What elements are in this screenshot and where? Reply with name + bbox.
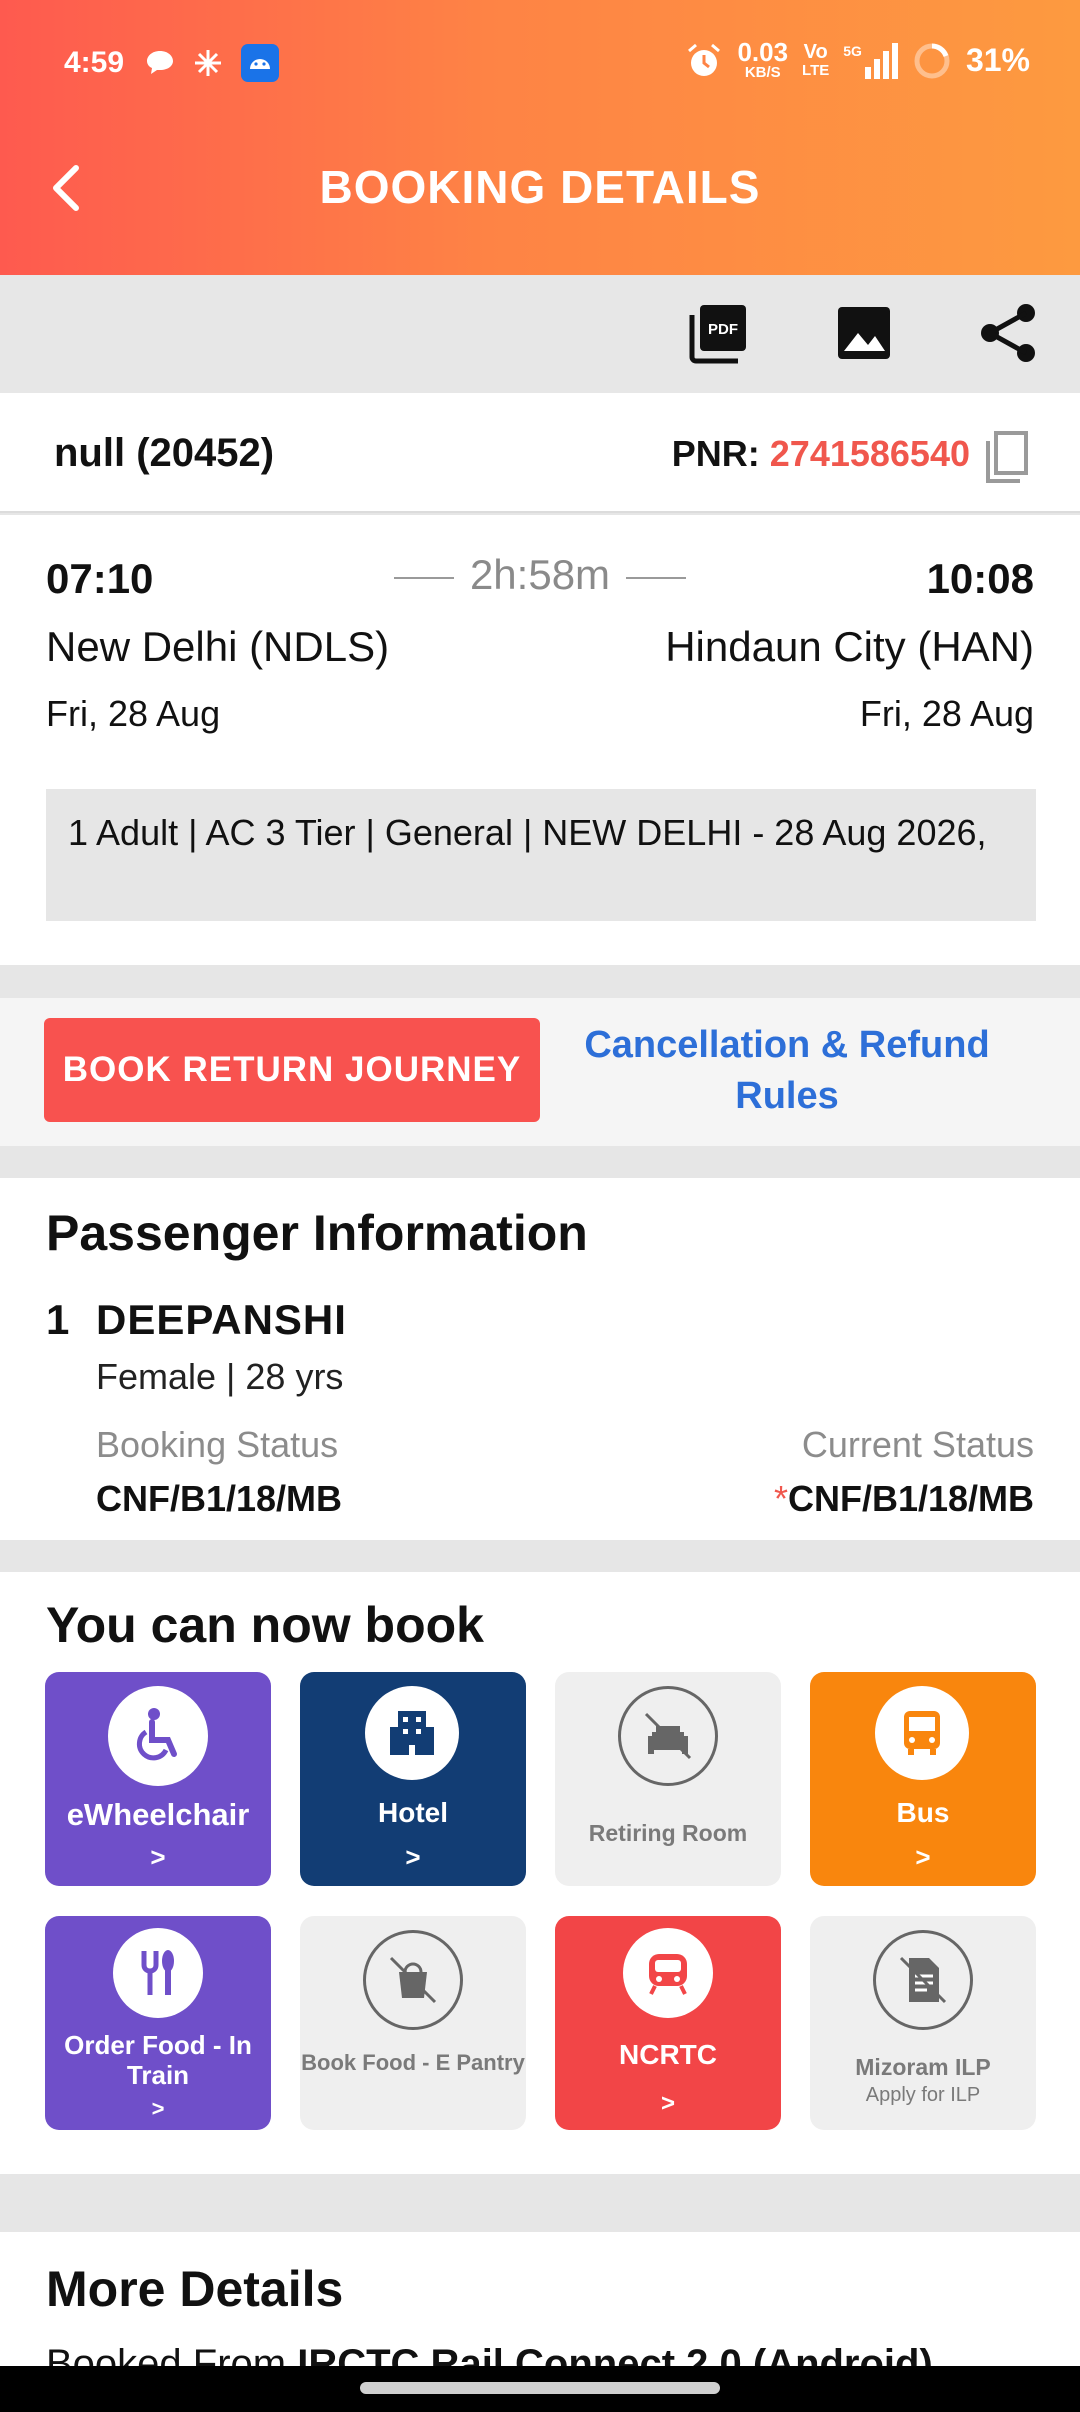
pnr-value: 2741586540 (769, 433, 970, 474)
to-station: Hindaun City (HAN) (665, 623, 1034, 670)
notification-icons (145, 44, 279, 82)
share-button[interactable] (970, 295, 1046, 371)
train-pnr-row: null (20452) PNR: 2741586540 (0, 393, 1080, 513)
current-status-value: *CNF/B1/18/MB (773, 1478, 1034, 1519)
pdf-download-button[interactable]: PDF (680, 295, 756, 371)
tile-label: eWheelchair (66, 1797, 250, 1832)
volte-indicator: Vo LTE (802, 41, 830, 79)
more-details-title: More Details (46, 2261, 344, 2317)
departure-date: Fri, 28 Aug (46, 693, 221, 734)
book-return-journey-button[interactable]: BOOK RETURN JOURNEY (44, 1018, 540, 1122)
alarm-icon (688, 43, 721, 76)
chat-bubble-icon (147, 51, 173, 74)
tile-label: NCRTC (619, 2039, 717, 2070)
cancellation-refund-link[interactable]: Cancellation & Refund Rules (570, 1020, 1004, 1122)
share-icon (981, 304, 1035, 362)
journey-summary: 1 Adult | AC 3 Tier | General | NEW DELH… (46, 789, 1036, 921)
tile-arrow: > (660, 2090, 675, 2117)
tile-arrow: > (915, 1842, 931, 1872)
from-station: New Delhi (NDLS) (46, 623, 390, 670)
pnr-label: PNR: (671, 433, 760, 474)
tile-label: Hotel (378, 1797, 448, 1828)
journey-duration: 2h:58m (0, 551, 1080, 599)
svg-text:PDF: PDF (708, 321, 738, 338)
image-download-button[interactable] (826, 295, 902, 371)
arrival-date: Fri, 28 Aug (859, 693, 1034, 734)
passenger-details: Female | 28 yrs (96, 1356, 344, 1397)
bus-icon (875, 1686, 969, 1780)
tile-ncrtc[interactable]: NCRTC > (555, 1916, 781, 2130)
battery-ring-icon (914, 43, 950, 78)
booking-status-label: Booking Status (96, 1424, 339, 1465)
document-icon (873, 1930, 973, 2030)
status-indicators: 0.03 KB/S Vo LTE 5G 31% (685, 37, 1030, 81)
tile-label: Mizoram ILP (855, 2054, 991, 2080)
tile-label: Retiring Room (588, 1820, 748, 1846)
weather-icon (195, 50, 221, 76)
android-app-icon (241, 44, 279, 82)
tile-label: Bus (896, 1797, 950, 1828)
retiring-room-icon (618, 1686, 718, 1786)
passenger-name: DEEPANSHI (96, 1296, 347, 1343)
battery-percent: 31% (965, 42, 1030, 78)
food-icon (113, 1928, 203, 2018)
status-time: 4:59 (64, 46, 125, 79)
book-services-section: You can now book eWheelchair > Hotel > R… (0, 1572, 1080, 2174)
image-icon (838, 307, 890, 359)
status-bar: 4:59 0.03 KB/S Vo LTE 5G 31% (0, 0, 1080, 120)
book-section-title: You can now book (46, 1597, 484, 1653)
ncrtc-train-icon (623, 1928, 713, 2018)
passenger-section-title: Passenger Information (46, 1205, 588, 1261)
tile-bus[interactable]: Bus > (810, 1672, 1036, 1886)
tile-label: Book Food - E Pantry (301, 2050, 525, 2075)
more-details-section: More Details Booked From IRCTC Rail Conn… (0, 2232, 1080, 2370)
hotel-icon (365, 1686, 459, 1780)
tile-hotel[interactable]: Hotel > (300, 1672, 526, 1886)
copy-icon (986, 431, 1028, 483)
tile-mizoram-ilp[interactable]: Mizoram ILP Apply for ILP (810, 1916, 1036, 2130)
tile-label: Order Food - In Train (64, 2030, 252, 2090)
current-status-label: Current Status (801, 1424, 1034, 1465)
action-toolbar: PDF (0, 275, 1080, 393)
pnr: PNR: 2741586540 (672, 433, 970, 475)
booking-status-value: CNF/B1/18/MB (96, 1478, 343, 1519)
wheelchair-icon (108, 1686, 208, 1786)
signal-icon: 5G (843, 42, 898, 79)
train-name: null (20452) (54, 431, 275, 475)
tile-order-food[interactable]: Order Food - In Train > (45, 1916, 271, 2130)
app-header: 4:59 0.03 KB/S Vo LTE 5G 31% BOOKING DETAI… (0, 0, 1080, 275)
tile-retiring-room[interactable]: Retiring Room (555, 1672, 781, 1886)
page-title: BOOKING DETAILS (319, 161, 761, 213)
passenger-number: 1 (46, 1296, 70, 1343)
tile-arrow: > (150, 1842, 166, 1872)
action-row: BOOK RETURN JOURNEY Cancellation & Refun… (0, 998, 1080, 1146)
tile-arrow: > (151, 2096, 165, 2121)
network-speed: 0.03 KB/S (737, 37, 789, 81)
journey-card: 07:10 2h:58m 10:08 New Delhi (NDLS) Hind… (0, 515, 1080, 965)
tile-ewheelchair[interactable]: eWheelchair > (45, 1672, 271, 1886)
arrival-time: 10:08 (926, 555, 1034, 602)
tile-sublabel: Apply for ILP (865, 2084, 981, 2106)
passenger-section: Passenger Information 1 DEEPANSHI Female… (0, 1178, 1080, 1540)
system-nav-bar (0, 2366, 1080, 2412)
copy-pnr-button[interactable] (982, 429, 1032, 485)
tile-e-pantry[interactable]: Book Food - E Pantry (300, 1916, 526, 2130)
tile-arrow: > (405, 1842, 421, 1872)
e-pantry-icon (363, 1930, 463, 2030)
home-gesture-handle[interactable] (360, 2382, 720, 2394)
pdf-icon: PDF (689, 305, 746, 364)
